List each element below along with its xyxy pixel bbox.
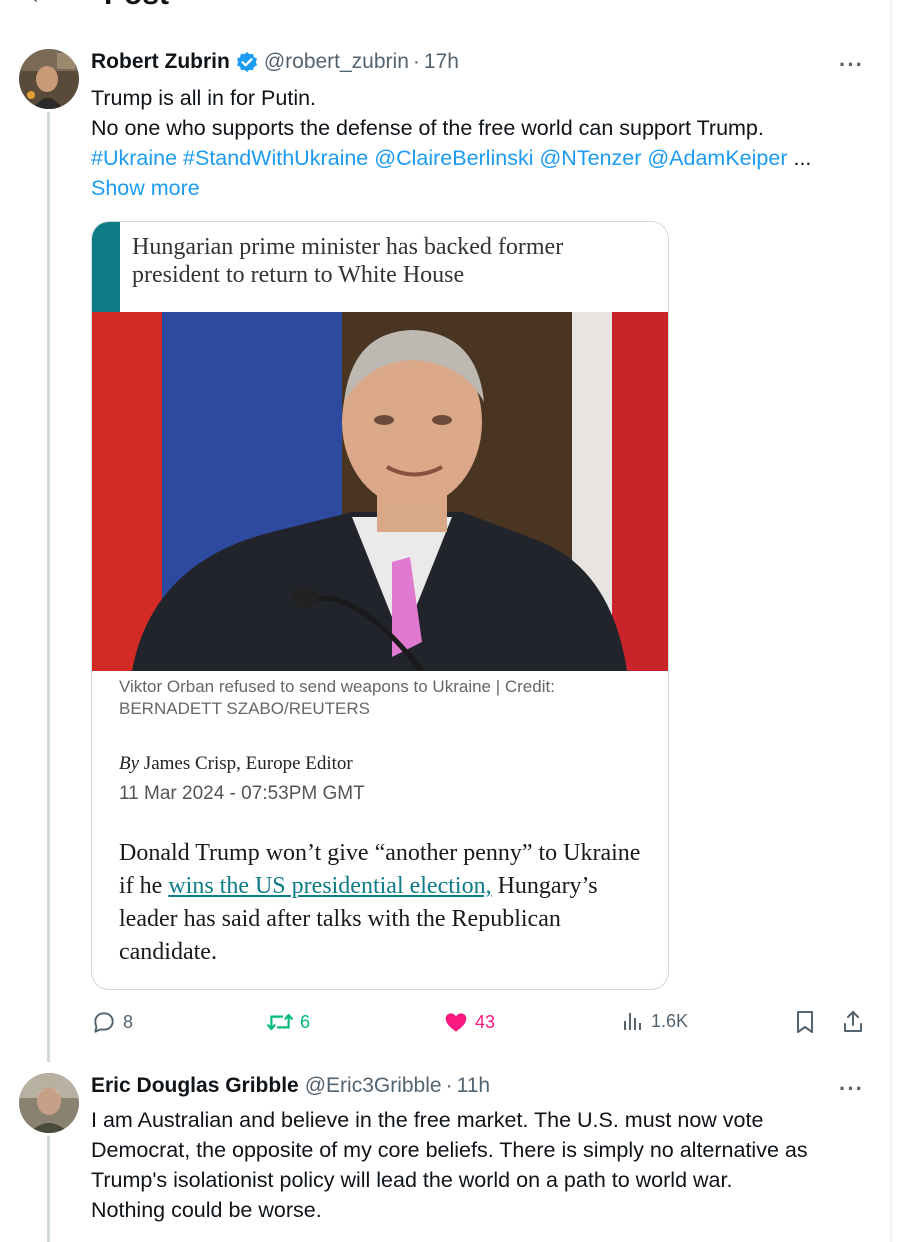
headline-accent-bar <box>92 222 120 312</box>
post-action-bar: 8 6 43 1.6K <box>91 1009 871 1039</box>
hashtag-link[interactable]: #StandWithUkraine <box>183 146 368 170</box>
heart-icon <box>445 1013 467 1032</box>
article-photo <box>92 312 668 673</box>
ellipsis: ... <box>793 146 812 170</box>
post-header: Eric Douglas Gribble @Eric3Gribble · 11h <box>91 1074 490 1098</box>
mention-link[interactable]: @ClaireBerlinski <box>374 146 533 170</box>
more-options-icon[interactable]: ··· <box>839 1076 864 1102</box>
article-headline: Hungarian prime minister has backed form… <box>132 234 564 288</box>
hashtag-link[interactable]: #Ukraine <box>91 146 177 170</box>
thread-line <box>47 1136 50 1242</box>
post-text: I am Australian and believe in the free … <box>91 1105 881 1225</box>
like-button[interactable]: 43 <box>443 1009 495 1035</box>
post-text-line: Trump is all in for Putin. <box>91 86 317 110</box>
reply-button[interactable]: 8 <box>91 1009 133 1035</box>
article-byline: By James Crisp, Europe Editor <box>119 753 353 775</box>
timeline-right-border <box>890 0 892 1242</box>
post-text-line: Nothing could be worse. <box>91 1198 322 1222</box>
more-options-icon[interactable]: ··· <box>839 52 864 78</box>
analytics-icon <box>624 1013 641 1030</box>
author-handle[interactable]: @robert_zubrin <box>264 50 409 74</box>
verified-badge-icon <box>236 51 258 73</box>
article-headline-block: Hungarian prime minister has backed form… <box>92 222 668 312</box>
avatar[interactable] <box>19 1073 79 1133</box>
timestamp[interactable]: 17h <box>424 50 459 74</box>
post-tags-line: #Ukraine #StandWithUkraine @ClaireBerlin… <box>91 143 881 173</box>
post-text-line: No one who supports the defense of the f… <box>91 116 764 140</box>
article-date: 11 Mar 2024 - 07:53PM GMT <box>119 783 365 804</box>
post-text-line: Trump's isolationist policy will lead th… <box>91 1168 733 1192</box>
views-count: 1.6K <box>651 1010 689 1031</box>
mention-link[interactable]: @NTenzer <box>539 146 641 170</box>
post-text: Trump is all in for Putin. No one who su… <box>91 83 881 203</box>
reply-icon <box>94 1012 114 1033</box>
article-body: Donald Trump won’t give “another penny” … <box>119 837 649 969</box>
byline-prefix: By <box>119 753 140 774</box>
post-text-line: Democrat, the opposite of my core belief… <box>91 1138 808 1162</box>
post-text-line: I am Australian and believe in the free … <box>91 1108 764 1132</box>
views-button[interactable]: 1.6K <box>621 1009 688 1033</box>
article-image-card[interactable]: Hungarian prime minister has backed form… <box>91 221 669 990</box>
reply-count: 8 <box>123 1011 134 1032</box>
author-name[interactable]: Robert Zubrin <box>91 50 230 74</box>
repost-icon <box>267 1013 293 1031</box>
post-header: Robert Zubrin @robert_zubrin · 17h <box>91 50 459 74</box>
repost-button[interactable]: 6 <box>266 1009 310 1035</box>
mention-link[interactable]: @AdamKeiper <box>647 146 787 170</box>
avatar[interactable] <box>19 49 79 109</box>
show-more-link[interactable]: Show more <box>91 173 881 203</box>
share-icon <box>844 1011 862 1032</box>
back-arrow-icon[interactable]: ← <box>28 0 52 10</box>
thread-line <box>47 112 50 1062</box>
byline-author: James Crisp, Europe Editor <box>143 753 353 774</box>
article-body-link: wins the US presidential election, <box>168 873 492 899</box>
page-title: Post <box>104 0 169 12</box>
share-button[interactable] <box>841 1009 865 1035</box>
like-count: 43 <box>475 1011 496 1032</box>
author-name[interactable]: Eric Douglas Gribble <box>91 1074 299 1098</box>
separator: · <box>412 50 420 73</box>
bookmark-icon <box>797 1011 813 1033</box>
repost-count: 6 <box>300 1011 311 1032</box>
author-handle[interactable]: @Eric3Gribble <box>305 1074 442 1098</box>
timestamp[interactable]: 11h <box>457 1074 490 1098</box>
photo-caption: Viktor Orban refused to send weapons to … <box>119 677 555 718</box>
separator: · <box>445 1074 453 1097</box>
bookmark-button[interactable] <box>793 1009 817 1035</box>
